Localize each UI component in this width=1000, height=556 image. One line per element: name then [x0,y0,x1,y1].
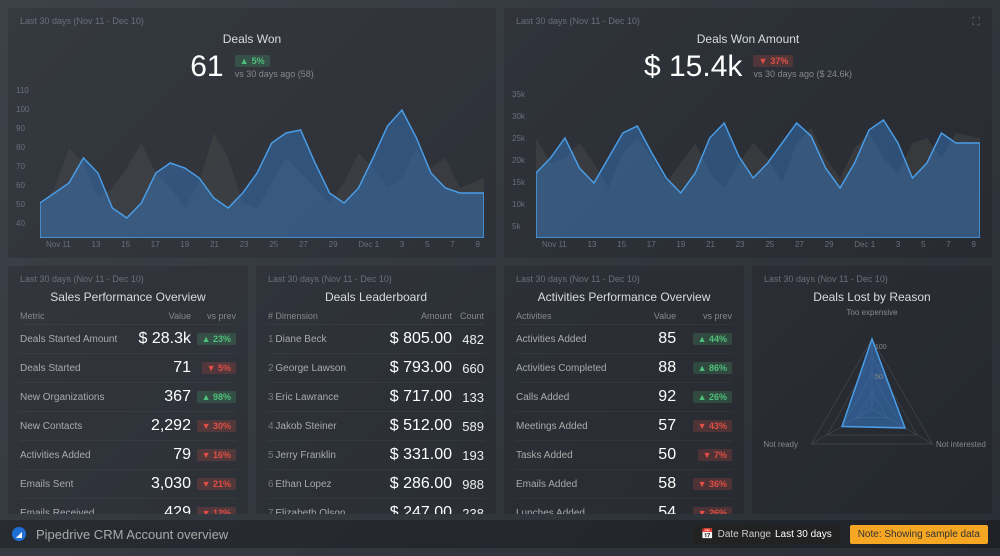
table-row: 1Diane Beck$ 805.00482 [268,325,484,354]
expand-icon[interactable]: ⛶ [972,16,980,29]
footer-title: Pipedrive CRM Account overview [36,527,683,542]
period-label: Last 30 days (Nov 11 - Dec 10) [20,16,484,26]
table-row: New Organizations367▲ 98% [20,383,236,412]
panel-title: Deals Won [20,32,484,46]
table-row: Activities Completed88▲ 86% [516,354,732,383]
panel-leaderboard: Last 30 days (Nov 11 - Dec 10) Deals Lea… [256,266,496,514]
footer: ◢ Pipedrive CRM Account overview 📅 Date … [0,520,1000,548]
table-row: 5Jerry Franklin$ 331.00193 [268,441,484,470]
table-row: Calls Added92▲ 26% [516,383,732,412]
activities-table: ActivitiesValuevs prev Activities Added8… [516,308,732,514]
table-row: Emails Received429▼ 12% [20,499,236,515]
table-row: Activities Added79▼ 16% [20,441,236,470]
panel-title: Deals Won Amount [516,32,980,46]
comparison-text: vs 30 days ago (58) [235,69,314,79]
table-row: 2George Lawson$ 793.00660 [268,354,484,383]
panel-activities: Last 30 days (Nov 11 - Dec 10) Activitie… [504,266,744,514]
panel-radar: Last 30 days (Nov 11 - Dec 10) Deals Los… [752,266,992,514]
table-row: New Contacts2,292▼ 30% [20,412,236,441]
x-axis: Nov 11131517192123252729Dec 13579 [516,238,980,249]
table-row: 7Elizabeth Olson$ 247.00238 [268,499,484,515]
svg-text:100: 100 [875,344,887,351]
table-row: Emails Added58▼ 36% [516,470,732,499]
panel-deals-won: Last 30 days (Nov 11 - Dec 10) Deals Won… [8,8,496,258]
table-row: 6Ethan Lopez$ 286.00988 [268,470,484,499]
x-axis: Nov 11131517192123252729Dec 13579 [20,238,484,249]
kpi-value: $ 15.4k [644,50,742,84]
svg-text:50: 50 [875,374,883,381]
sample-data-note: Note: Showing sample data [850,525,988,544]
period-label: Last 30 days (Nov 11 - Dec 10) [516,16,980,26]
table-row: Deals Started71▼ 5% [20,354,236,383]
table-row: Activities Added85▲ 44% [516,325,732,354]
delta-badge: ▼ 37% [753,55,793,67]
deals-won-chart [40,88,484,238]
leaderboard-table: #DimensionAmountCount 1Diane Beck$ 805.0… [268,308,484,514]
logo-icon: ◢ [12,527,26,541]
date-range-button[interactable]: 📅 Date Range Last 30 days [693,525,840,544]
table-row: 3Eric Lawrance$ 717.00133 [268,383,484,412]
kpi-value: 61 [190,50,223,84]
comparison-text: vs 30 days ago ($ 24.6k) [753,69,852,79]
table-row: 4Jakob Steiner$ 512.00589 [268,412,484,441]
deals-won-amount-chart [536,88,980,238]
calendar-icon: 📅 [701,529,713,540]
table-row: Tasks Added50▼ 7% [516,441,732,470]
table-row: Deals Started Amount$ 28.3k▲ 23% [20,325,236,354]
table-row: Lunches Added54▼ 26% [516,499,732,515]
table-row: Meetings Added57▼ 43% [516,412,732,441]
radar-chart: 100 50 [782,314,962,484]
table-row: Emails Sent3,030▼ 21% [20,470,236,499]
delta-badge: ▲ 5% [235,55,270,67]
panel-deals-won-amount: ⛶ Last 30 days (Nov 11 - Dec 10) Deals W… [504,8,992,258]
panel-sales-performance: Last 30 days (Nov 11 - Dec 10) Sales Per… [8,266,248,514]
sales-perf-table: MetricValuevs prev Deals Started Amount$… [20,308,236,514]
